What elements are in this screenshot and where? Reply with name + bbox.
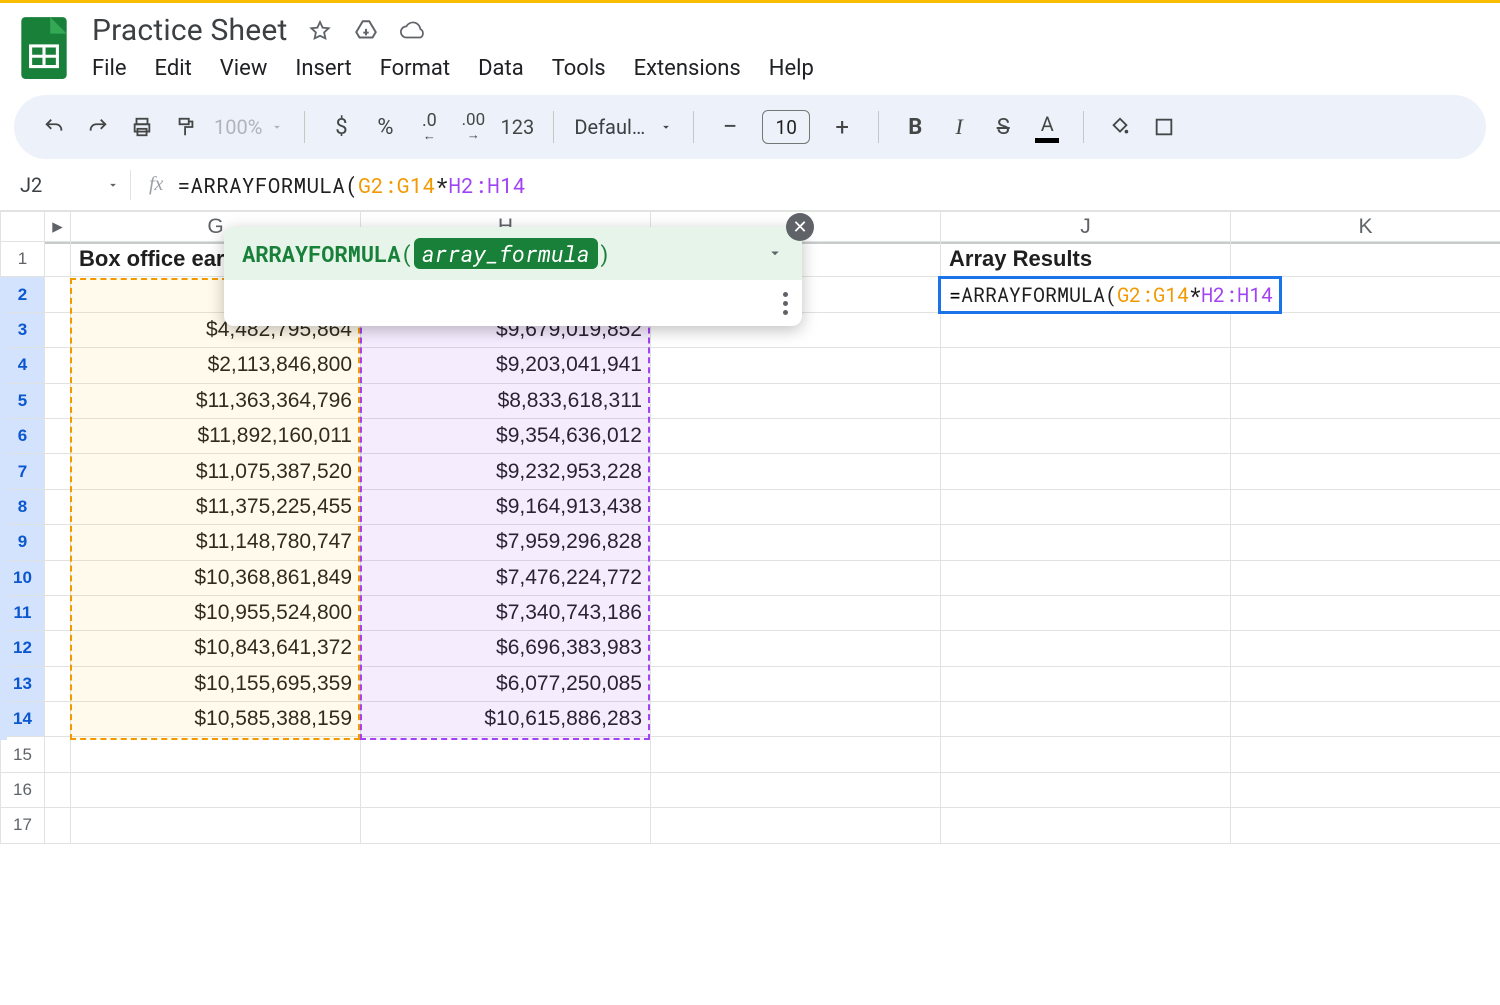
more-options-icon[interactable] [783, 292, 788, 315]
cell[interactable]: $6,077,250,085 [361, 666, 651, 701]
cell[interactable]: $9,354,636,012 [361, 418, 651, 453]
toolbar: 100% $ % .0← .00→ 123 Defaul… − 10 + B I… [14, 95, 1486, 159]
row-header[interactable]: 9 [1, 525, 45, 560]
font-size-input[interactable]: 10 [762, 110, 810, 144]
cell[interactable]: $10,155,695,359 [71, 666, 361, 701]
cell[interactable]: $7,340,743,186 [361, 595, 651, 630]
cell[interactable]: $6,696,383,983 [361, 631, 651, 666]
menu-tools[interactable]: Tools [552, 56, 606, 81]
column-group-expand[interactable]: ▸ [45, 212, 71, 242]
paint-format-button[interactable] [164, 105, 208, 149]
cloud-saved-icon[interactable] [399, 18, 425, 44]
close-icon[interactable]: ✕ [786, 213, 814, 241]
increase-decimal-button[interactable]: .00→ [451, 105, 495, 149]
cell[interactable]: $9,203,041,941 [361, 348, 651, 383]
undo-button[interactable] [32, 105, 76, 149]
cell[interactable]: $11,363,364,796 [71, 383, 361, 418]
formula-signature: ARRAYFORMULA(array_formula) [242, 239, 611, 268]
menu-extensions[interactable]: Extensions [634, 56, 741, 81]
cell[interactable]: $9,164,913,438 [361, 489, 651, 524]
menu-data[interactable]: Data [478, 56, 524, 81]
format-currency-button[interactable]: $ [319, 105, 363, 149]
zoom-dropdown[interactable]: 100% [208, 115, 290, 139]
name-box[interactable]: J2 [10, 173, 130, 197]
row-header[interactable]: 12 [1, 631, 45, 666]
cell[interactable]: $11,148,780,747 [71, 525, 361, 560]
row-header[interactable]: 15 [1, 737, 45, 772]
formula-bar: J2 fx =ARRAYFORMULA(G2:G14*H2:H14 [0, 159, 1500, 211]
col-header-k[interactable]: K [1231, 212, 1500, 242]
cell[interactable]: $9,232,953,228 [361, 454, 651, 489]
cell[interactable]: $2,113,846,800 [71, 348, 361, 383]
font-size-increase-button[interactable]: + [820, 105, 864, 149]
title-bar: Practice Sheet File Edit View Insert For… [0, 3, 1500, 95]
italic-button[interactable]: I [937, 105, 981, 149]
row-header[interactable]: 6 [1, 418, 45, 453]
col-header-j[interactable]: J [941, 212, 1231, 242]
menu-help[interactable]: Help [769, 56, 814, 81]
cell[interactable]: $11,375,225,455 [71, 489, 361, 524]
font-size-decrease-button[interactable]: − [708, 105, 752, 149]
font-size-control: − 10 + [708, 105, 864, 149]
formula-help-popup: ✕ ARRAYFORMULA(array_formula) [224, 227, 802, 326]
sheets-app-icon[interactable] [18, 13, 70, 83]
cell[interactable]: $11,892,160,011 [71, 418, 361, 453]
cell[interactable]: $10,615,886,283 [361, 702, 651, 737]
active-cell-j2[interactable]: =ARRAYFORMULA(G2:G14*H2:H14 [938, 276, 1282, 314]
move-to-drive-icon[interactable] [353, 18, 379, 44]
cell[interactable]: Array Results [941, 242, 1231, 277]
document-title[interactable]: Practice Sheet [92, 13, 287, 48]
row-header[interactable]: 14 [1, 702, 45, 737]
spreadsheet-grid[interactable]: ▸ G H I J K 1 Box office ear Array Resul… [0, 211, 1500, 844]
cell[interactable]: $10,843,641,372 [71, 631, 361, 666]
format-percent-button[interactable]: % [363, 105, 407, 149]
menu-bar: File Edit View Insert Format Data Tools … [92, 48, 1482, 95]
formula-input[interactable]: =ARRAYFORMULA(G2:G14*H2:H14 [177, 171, 525, 199]
cell[interactable] [1231, 242, 1500, 277]
row-header[interactable]: 17 [1, 808, 45, 843]
row-header[interactable]: 3 [1, 312, 45, 347]
row-header[interactable]: 13 [1, 666, 45, 701]
redo-button[interactable] [76, 105, 120, 149]
star-icon[interactable] [307, 18, 333, 44]
select-all-corner[interactable] [1, 212, 45, 242]
more-formats-button[interactable]: 123 [495, 105, 539, 149]
row-header[interactable]: 16 [1, 772, 45, 807]
cell[interactable]: $8,833,618,311 [361, 383, 651, 418]
cell[interactable]: $10,585,388,159 [71, 702, 361, 737]
menu-edit[interactable]: Edit [155, 56, 192, 81]
fx-icon: fx [131, 173, 177, 196]
borders-button[interactable] [1142, 105, 1186, 149]
font-family-dropdown[interactable]: Defaul… [568, 115, 679, 139]
chevron-down-icon[interactable] [766, 239, 784, 268]
menu-file[interactable]: File [92, 56, 127, 81]
row-header[interactable]: 7 [1, 454, 45, 489]
cell[interactable]: $10,955,524,800 [71, 595, 361, 630]
cell[interactable]: $11,075,387,520 [71, 454, 361, 489]
menu-format[interactable]: Format [380, 56, 450, 81]
cell[interactable]: $7,959,296,828 [361, 525, 651, 560]
cell[interactable]: $7,476,224,772 [361, 560, 651, 595]
row-header[interactable]: 10 [1, 560, 45, 595]
bold-button[interactable]: B [893, 105, 937, 149]
row-header[interactable]: 11 [1, 595, 45, 630]
print-button[interactable] [120, 105, 164, 149]
row-header[interactable]: 2 [1, 277, 45, 312]
row-header[interactable]: 1 [1, 242, 45, 277]
strikethrough-button[interactable]: S [981, 105, 1025, 149]
text-color-button[interactable]: A [1025, 105, 1069, 149]
row-header[interactable]: 5 [1, 383, 45, 418]
cell[interactable]: $10,368,861,849 [71, 560, 361, 595]
decrease-decimal-button[interactable]: .0← [407, 105, 451, 149]
menu-view[interactable]: View [220, 56, 268, 81]
fill-color-button[interactable] [1098, 105, 1142, 149]
row-header[interactable]: 8 [1, 489, 45, 524]
row-selection-highlight [0, 278, 7, 740]
row-header[interactable]: 4 [1, 348, 45, 383]
menu-insert[interactable]: Insert [295, 56, 351, 81]
